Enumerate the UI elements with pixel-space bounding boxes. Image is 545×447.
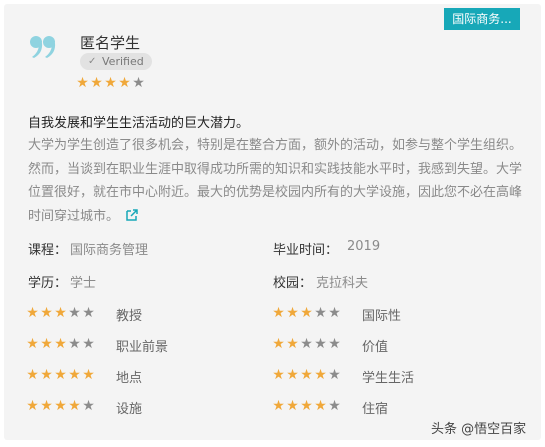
- rating-stars: ★★★★★: [272, 306, 342, 320]
- star-icon: ★: [82, 305, 96, 321]
- rating-stars: ★★★★★: [272, 337, 342, 351]
- star-icon: ★: [82, 398, 96, 414]
- star-icon: ★: [26, 367, 40, 383]
- star-icon: ★: [272, 367, 286, 383]
- rating-label: 学生生活: [362, 371, 415, 386]
- verified-badge: ✓ Verified: [80, 53, 152, 70]
- rating-label: 住宿: [362, 402, 389, 417]
- star-icon: ★: [272, 336, 286, 352]
- star-icon: ★: [40, 367, 54, 383]
- star-icon: ★: [286, 398, 300, 414]
- rating-label: 教授: [116, 309, 143, 324]
- reviewer-name: 匿名学生: [80, 34, 141, 52]
- star-icon: ★: [314, 336, 328, 352]
- rating-stars: ★★★★★: [272, 368, 342, 382]
- star-icon: ★: [272, 398, 286, 414]
- star-icon: ★: [104, 75, 118, 91]
- star-icon: ★: [300, 367, 314, 383]
- campus-value: 克拉科夫: [316, 276, 369, 291]
- external-link-icon[interactable]: [125, 208, 139, 222]
- star-icon: ★: [68, 305, 82, 321]
- verified-label: Verified: [102, 55, 144, 68]
- check-icon: ✓: [88, 56, 97, 67]
- star-icon: ★: [68, 336, 82, 352]
- star-icon: ★: [54, 398, 68, 414]
- star-icon: ★: [314, 305, 328, 321]
- star-icon: ★: [300, 336, 314, 352]
- overall-rating-stars: ★★★★★: [76, 76, 146, 90]
- quote-icon: [30, 36, 56, 58]
- review-body: 大学为学生创造了很多机会，特别是在整合方面，额外的活动，如参与整个学生组织。然而…: [28, 134, 528, 228]
- star-icon: ★: [132, 75, 146, 91]
- rating-label: 职业前景: [116, 340, 169, 355]
- rating-stars: ★★★★★: [272, 399, 342, 413]
- star-icon: ★: [286, 305, 300, 321]
- star-icon: ★: [328, 305, 342, 321]
- star-icon: ★: [286, 367, 300, 383]
- rating-label: 国际性: [362, 309, 402, 324]
- rating-stars: ★★★★★: [26, 337, 96, 351]
- graduation-value: 2019: [347, 239, 381, 254]
- star-icon: ★: [54, 367, 68, 383]
- star-icon: ★: [300, 398, 314, 414]
- star-icon: ★: [54, 336, 68, 352]
- review-text: 大学为学生创造了很多机会，特别是在整合方面，额外的活动，如参与整个学生组织。然而…: [28, 138, 523, 224]
- star-icon: ★: [118, 75, 132, 91]
- course-label: 课程：: [28, 243, 68, 258]
- course-value: 国际商务管理: [70, 243, 149, 258]
- graduation-label: 毕业时间：: [273, 243, 339, 258]
- star-icon: ★: [90, 75, 104, 91]
- review-card: 国际商务... 匿名学生 ✓ Verified ★★★★★ 自我发展和学生生活活…: [4, 4, 541, 440]
- watermark: 头条 @悟空百家: [431, 422, 527, 437]
- degree-label: 学历：: [28, 276, 68, 291]
- star-icon: ★: [272, 305, 286, 321]
- rating-label: 设施: [116, 402, 143, 417]
- star-icon: ★: [314, 398, 328, 414]
- rating-stars: ★★★★★: [26, 399, 96, 413]
- star-icon: ★: [68, 367, 82, 383]
- star-icon: ★: [76, 75, 90, 91]
- rating-stars: ★★★★★: [26, 306, 96, 320]
- rating-label: 价值: [362, 340, 389, 355]
- star-icon: ★: [40, 305, 54, 321]
- star-icon: ★: [82, 336, 96, 352]
- star-icon: ★: [40, 398, 54, 414]
- star-icon: ★: [54, 305, 68, 321]
- star-icon: ★: [300, 305, 314, 321]
- star-icon: ★: [328, 398, 342, 414]
- star-icon: ★: [26, 305, 40, 321]
- star-icon: ★: [328, 336, 342, 352]
- rating-stars: ★★★★★: [26, 368, 96, 382]
- star-icon: ★: [314, 367, 328, 383]
- degree-value: 学士: [70, 276, 97, 291]
- star-icon: ★: [68, 398, 82, 414]
- review-title: 自我发展和学生生活活动的巨大潜力。: [28, 116, 250, 131]
- star-icon: ★: [40, 336, 54, 352]
- star-icon: ★: [26, 336, 40, 352]
- star-icon: ★: [286, 336, 300, 352]
- rating-label: 地点: [116, 371, 143, 386]
- star-icon: ★: [26, 398, 40, 414]
- campus-label: 校园：: [273, 276, 313, 291]
- star-icon: ★: [328, 367, 342, 383]
- program-badge[interactable]: 国际商务...: [444, 8, 520, 30]
- star-icon: ★: [82, 367, 96, 383]
